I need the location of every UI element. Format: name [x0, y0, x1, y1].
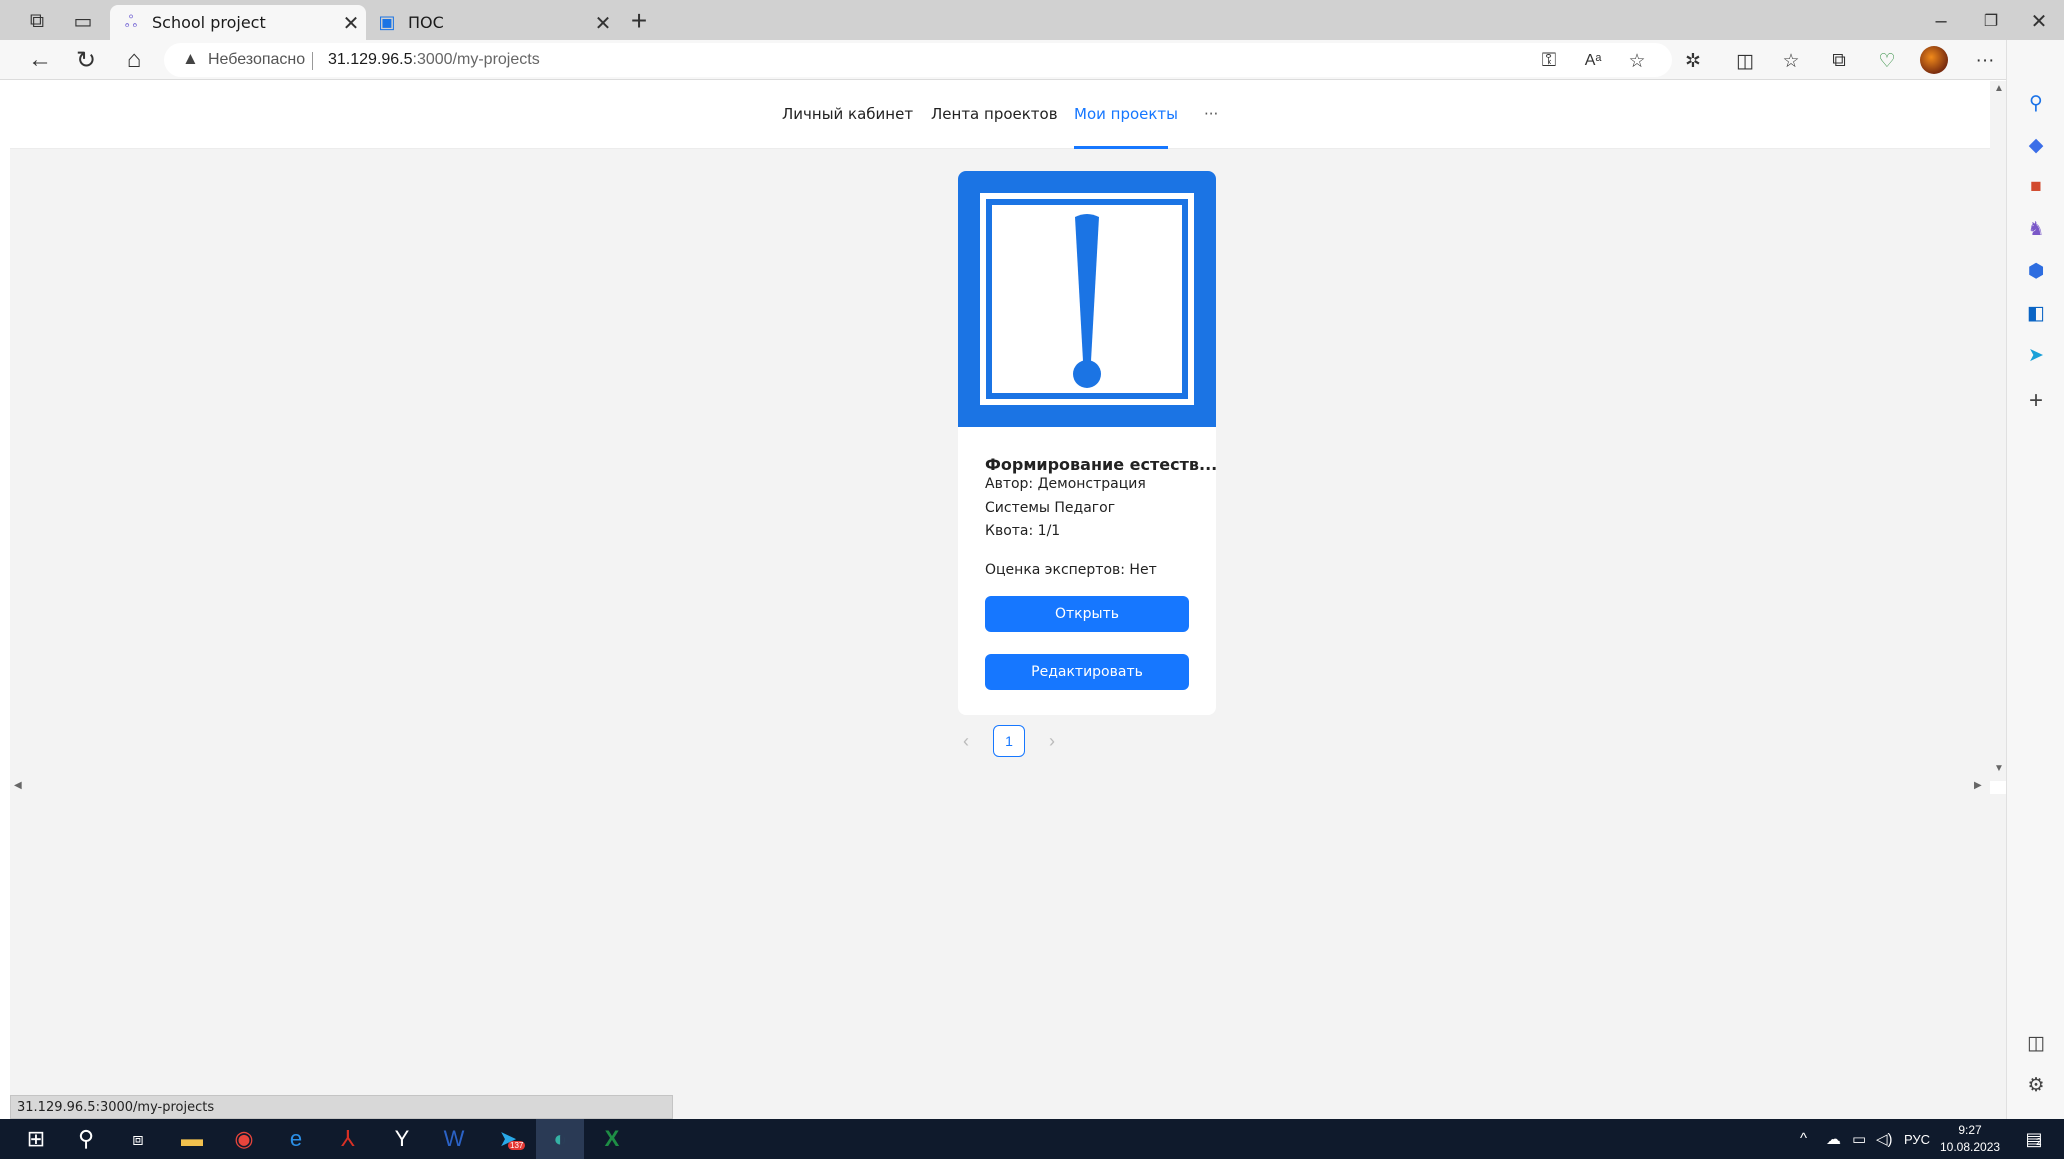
- windows-start-icon[interactable]: ⊞: [18, 1123, 54, 1155]
- url-field[interactable]: ▲ Небезопасно 31.129.96.5:3000/my-projec…: [164, 43, 1672, 77]
- word-icon[interactable]: W: [436, 1123, 472, 1155]
- collections-icon[interactable]: ⧉: [1822, 46, 1856, 76]
- open-button[interactable]: Открыть: [985, 596, 1189, 632]
- split-screen-icon[interactable]: ◫: [1728, 46, 1762, 76]
- project-card: Формирование естеств... Автор: Демонстра…: [958, 171, 1216, 715]
- workspaces-icon[interactable]: ⧉: [20, 6, 54, 36]
- new-tab-icon[interactable]: +: [624, 5, 654, 36]
- excel-icon[interactable]: X: [594, 1123, 630, 1155]
- close-window-icon[interactable]: ✕: [2014, 5, 2064, 37]
- tab-pos[interactable]: ▣ ПОС ✕: [368, 5, 618, 40]
- settings-gear-icon[interactable]: ⚙: [2021, 1070, 2051, 1100]
- close-tab-icon[interactable]: ✕: [588, 8, 618, 38]
- clock[interactable]: 9:27 10.08.2023: [1940, 1122, 2000, 1156]
- office-icon[interactable]: ⬢: [2021, 256, 2051, 286]
- active-tab-indicator: [1074, 146, 1168, 149]
- pagination: ‹ 1 ›: [940, 721, 1068, 757]
- internet-explorer-icon[interactable]: e: [278, 1123, 314, 1155]
- avatar[interactable]: [1920, 46, 1948, 74]
- chrome-icon[interactable]: ◉: [226, 1123, 262, 1155]
- vertical-scrollbar[interactable]: ▲ ▼: [1990, 81, 2006, 781]
- volume-icon[interactable]: ◁): [1876, 1130, 1893, 1148]
- tab-school-project[interactable]: ஃ School project ✕: [110, 5, 366, 40]
- back-icon[interactable]: ←: [22, 44, 58, 76]
- project-author: Автор: Демонстрация: [985, 476, 1146, 492]
- outlook-icon[interactable]: ◧: [2021, 298, 2051, 328]
- search-icon[interactable]: ⚲: [68, 1123, 104, 1155]
- telegram-icon[interactable]: ➤ 137: [490, 1123, 526, 1155]
- restore-icon[interactable]: ❐: [1966, 5, 2016, 37]
- tab-actions-icon[interactable]: ▭: [66, 6, 100, 36]
- telegram-badge: 137: [508, 1141, 526, 1150]
- edit-button[interactable]: Редактировать: [985, 654, 1189, 690]
- top-nav: Личный кабинет Лента проектов Мои проект…: [10, 81, 1990, 149]
- clock-time: 9:27: [1958, 1123, 1982, 1137]
- minimize-icon[interactable]: –: [1916, 5, 1966, 37]
- favorite-star-icon[interactable]: ☆: [1620, 46, 1654, 76]
- pos-favicon: ▣: [378, 12, 396, 33]
- sidebar-toggle-icon[interactable]: ◫: [2021, 1028, 2051, 1058]
- nav-personal-cabinet[interactable]: Личный кабинет: [782, 105, 913, 123]
- notifications-icon[interactable]: ▤ 2: [2016, 1123, 2052, 1155]
- read-aloud-icon[interactable]: Aᵃ: [1576, 46, 1610, 76]
- shopping-icon[interactable]: ◆: [2021, 130, 2051, 160]
- security-label[interactable]: Небезопасно: [208, 51, 305, 69]
- more-menu-icon[interactable]: ···: [1968, 46, 2002, 76]
- tab-title: School project: [152, 13, 266, 32]
- nav-project-feed[interactable]: Лента проектов: [931, 105, 1058, 123]
- tab-strip: ⧉ ▭ ஃ School project ✕ ▣ ПОС ✕ + – ❐ ✕: [0, 0, 2064, 40]
- onedrive-cloud-icon[interactable]: ☁: [1826, 1130, 1841, 1148]
- notification-count: 2: [2036, 1137, 2042, 1148]
- network-icon[interactable]: ▭: [1852, 1130, 1866, 1148]
- scroll-down-icon[interactable]: ▼: [1994, 763, 2004, 774]
- url-text[interactable]: 31.129.96.5:3000/my-projects: [328, 51, 540, 69]
- scroll-up-icon[interactable]: ▲: [1994, 83, 2004, 94]
- page-1-button[interactable]: 1: [993, 725, 1025, 757]
- file-explorer-icon[interactable]: ▬: [174, 1123, 210, 1155]
- drop-icon[interactable]: ➤: [2021, 340, 2051, 370]
- acrobat-icon[interactable]: ⅄: [330, 1123, 366, 1155]
- key-icon[interactable]: ⚿: [1532, 46, 1566, 76]
- address-bar: ← ↻ ⌂ ▲ Небезопасно 31.129.96.5:3000/my-…: [0, 40, 2022, 80]
- games-icon[interactable]: ♞: [2021, 214, 2051, 244]
- warning-icon[interactable]: ▲: [182, 49, 199, 69]
- edge-icon[interactable]: ◐: [542, 1123, 578, 1155]
- prev-page-icon[interactable]: ‹: [950, 725, 982, 757]
- clock-date: 10.08.2023: [1940, 1140, 2001, 1154]
- project-cover-image: [958, 171, 1216, 427]
- refresh-icon[interactable]: ↻: [68, 44, 104, 76]
- nav-my-projects[interactable]: Мои проекты: [1074, 105, 1178, 123]
- yandex-browser-icon[interactable]: Y: [384, 1123, 420, 1155]
- taskbar: ⊞ ⚲ ⧈ ▬ ◉ e ⅄ Y W ➤ 137 ◐ X ^ ☁ ▭ ◁) РУС …: [0, 1119, 2064, 1159]
- add-icon[interactable]: +: [2021, 386, 2051, 416]
- extensions-icon[interactable]: ✲: [1676, 46, 1710, 76]
- task-view-icon[interactable]: ⧈: [120, 1123, 156, 1155]
- next-page-icon[interactable]: ›: [1036, 725, 1068, 757]
- project-quota: Квота: 1/1: [985, 523, 1061, 539]
- home-icon[interactable]: ⌂: [116, 44, 152, 76]
- edge-sidebar: ⚲ ◆ ■ ♞ ⬢ ◧ ➤ + ◫ ⚙: [2006, 40, 2064, 1119]
- browser-essentials-icon[interactable]: ♡: [1870, 46, 1904, 76]
- scroll-right-icon[interactable]: ▶: [1974, 780, 1982, 791]
- scroll-left-icon[interactable]: ◀: [14, 780, 22, 791]
- search-icon[interactable]: ⚲: [2021, 88, 2051, 118]
- horizontal-scrollbar[interactable]: ◀ ▶: [10, 777, 1990, 793]
- show-hidden-icons-icon[interactable]: ^: [1800, 1130, 1807, 1147]
- status-bar-url: 31.129.96.5:3000/my-projects: [10, 1095, 673, 1119]
- language-indicator[interactable]: РУС: [1904, 1132, 1930, 1147]
- school-project-favicon: ஃ: [124, 12, 138, 31]
- favorites-icon[interactable]: ☆: [1774, 46, 1808, 76]
- nav-more-icon[interactable]: ···: [1204, 105, 1218, 123]
- divider: [312, 52, 313, 70]
- project-title: Формирование естеств...: [985, 455, 1216, 474]
- project-author-line2: Системы Педагог: [985, 500, 1116, 516]
- close-tab-icon[interactable]: ✕: [336, 8, 366, 38]
- tools-icon[interactable]: ■: [2021, 172, 2051, 202]
- page-blank-area: [10, 794, 2006, 1119]
- expert-rating: Оценка экспертов: Нет: [985, 562, 1157, 578]
- exclamation-sign-icon: [980, 193, 1194, 405]
- tab-title: ПОС: [408, 13, 444, 32]
